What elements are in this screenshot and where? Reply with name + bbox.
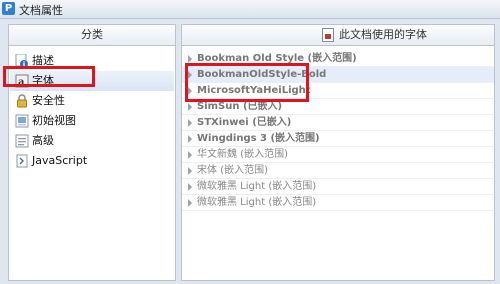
font-row[interactable]: 华文新魏 (嵌入范围) — [182, 147, 494, 163]
font-row[interactable]: 宋体 (嵌入范围) — [182, 163, 494, 179]
app-logo-icon: P — [2, 2, 15, 15]
window-title: 文档属性 — [19, 4, 63, 17]
expand-arrow-icon[interactable] — [188, 199, 192, 207]
nav-item-label: 高级 — [32, 134, 54, 147]
font-row[interactable]: STXinwei (已嵌入) — [182, 115, 494, 131]
expand-arrow-icon[interactable] — [188, 151, 192, 159]
fonts-header-label: 此文档使用的字体 — [339, 28, 427, 41]
expand-arrow-icon[interactable] — [188, 103, 192, 111]
font-name: 华文新魏 (嵌入范围) — [197, 149, 288, 160]
lock-icon — [17, 94, 27, 108]
font-row[interactable]: Wingdings 3 (嵌入范围) — [182, 131, 494, 147]
advanced-icon — [15, 134, 29, 148]
font-name: Wingdings 3 (嵌入范围) — [197, 133, 320, 144]
javascript-icon — [16, 154, 28, 168]
nav-item-security[interactable]: 安全性 — [10, 91, 174, 111]
highlight-box-font-names — [185, 63, 309, 102]
category-header: 分类 — [8, 24, 176, 45]
initial-view-icon — [15, 114, 29, 128]
nav-item-initial-view[interactable]: 初始视图 — [10, 111, 174, 131]
expand-arrow-icon[interactable] — [188, 183, 192, 191]
expand-arrow-icon[interactable] — [188, 167, 192, 175]
nav-item-advanced[interactable]: 高级 — [10, 131, 174, 151]
document-icon — [322, 28, 334, 42]
nav-item-label: JavaScript — [32, 154, 88, 167]
font-row[interactable]: 微软雅黑 Light (嵌入范围) — [182, 195, 494, 211]
font-name: STXinwei (已嵌入) — [197, 117, 292, 128]
nav-item-label: 初始视图 — [32, 114, 76, 127]
font-name: 微软雅黑 Light (嵌入范围) — [197, 197, 317, 208]
expand-arrow-icon[interactable] — [188, 135, 192, 143]
window-titlebar: P 文档属性 — [0, 0, 500, 19]
fonts-header: 此文档使用的字体 — [181, 24, 495, 45]
expand-arrow-icon[interactable] — [188, 119, 192, 127]
nav-item-label: 安全性 — [32, 94, 65, 107]
font-name: 宋体 (嵌入范围) — [197, 165, 268, 176]
font-name: 微软雅黑 Light (嵌入范围) — [197, 181, 317, 192]
expand-arrow-icon[interactable] — [188, 55, 192, 63]
highlight-box-fonts-nav — [3, 66, 95, 87]
nav-item-javascript[interactable]: JavaScript — [10, 151, 174, 171]
font-row[interactable]: 微软雅黑 Light (嵌入范围) — [182, 179, 494, 195]
